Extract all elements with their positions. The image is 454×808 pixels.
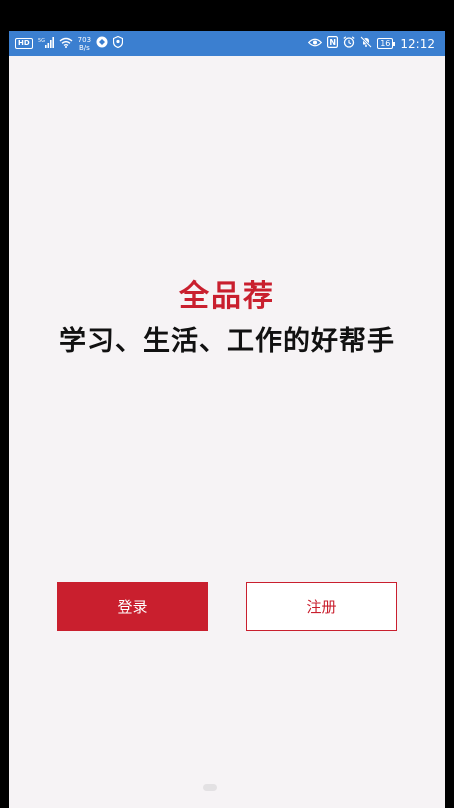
app-screen: HD 5G 703 B/s N 16 12:12 全品荐 学习、生活、工作的好帮… (9, 31, 445, 808)
network-speed-value: 703 (77, 35, 92, 44)
cellular-signal-icon: 5G (38, 36, 54, 51)
wifi-icon (59, 37, 73, 51)
status-bar-right: N 16 12:12 (308, 36, 435, 51)
app-notification-icon (96, 36, 108, 51)
nfc-label: N (330, 38, 337, 47)
register-button-label: 注册 (306, 598, 337, 616)
battery-indicator: 16 (377, 38, 396, 49)
network-type-label: 5G (38, 38, 45, 44)
network-speed-unit: B/s (78, 43, 90, 52)
hd-badge: HD (15, 38, 33, 49)
nfc-icon: N (327, 36, 339, 51)
home-indicator[interactable] (203, 784, 217, 791)
login-button-label: 登录 (117, 598, 148, 616)
status-time: 12:12 (400, 36, 435, 51)
status-bar: HD 5G 703 B/s N 16 12:12 (9, 31, 445, 56)
network-speed: 703 B/s (78, 36, 91, 52)
status-bar-left: HD 5G 703 B/s (15, 35, 124, 52)
eye-comfort-icon (308, 37, 323, 50)
register-button[interactable]: 注册 (246, 582, 397, 631)
mute-bell-icon (360, 36, 373, 51)
tagline: 学习、生活、工作的好帮手 (59, 326, 395, 357)
alarm-clock-icon (343, 36, 355, 51)
location-shield-icon (112, 35, 124, 51)
login-button[interactable]: 登录 (57, 582, 208, 631)
brand-title: 全品荐 (179, 279, 275, 314)
